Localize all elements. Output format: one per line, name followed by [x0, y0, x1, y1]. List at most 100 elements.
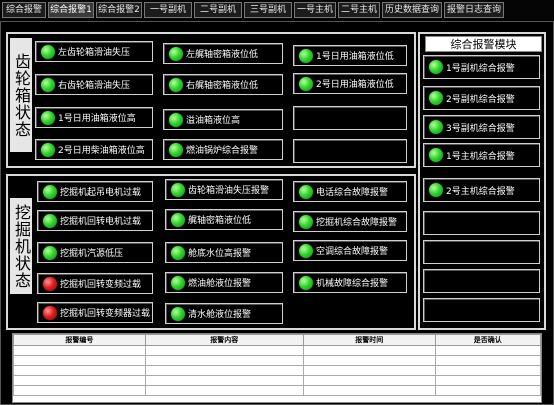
table-cell: [13, 385, 146, 396]
gearbox-empty-slot: [293, 106, 407, 130]
excavator-alarm-panel: 挖掘机汽源低压: [37, 242, 153, 263]
status-led: [168, 141, 184, 158]
module-empty-slot: [423, 269, 540, 293]
status-led: [298, 183, 314, 200]
table-cell: [434, 385, 541, 396]
alarm-label: 清水舱液位报警: [188, 310, 252, 320]
alarm-label: 挖掘机回转电机过载: [60, 217, 142, 227]
module-alarm-panel: 3号副机综合报警: [423, 115, 540, 139]
table-cell: [434, 375, 541, 386]
alarm-label: 机械故障综合报警: [316, 279, 389, 289]
gearbox-section-title: 齿轮箱状态: [10, 38, 32, 152]
table-cell: [434, 365, 541, 376]
alarm-label: 空调综合故障报警: [316, 247, 389, 257]
alarm-label: 燃油锅炉综合报警: [186, 146, 259, 156]
status-led: [40, 109, 56, 126]
alarm-label: 左齿轮箱滑油失压: [58, 48, 131, 58]
status-led: [42, 304, 58, 321]
alarm-table-header: 报警编号 报警内容 报警时间 是否确认: [13, 334, 541, 346]
module-empty-slot: [423, 240, 540, 264]
alarm-label: 舱底水位高报警: [188, 249, 252, 259]
gearbox-alarm-panel: 左齿轮箱滑油失压: [35, 41, 153, 62]
status-led: [428, 90, 444, 106]
status-led: [298, 47, 314, 64]
status-led: [170, 305, 186, 322]
alarm-label: 1号日用油箱液位低: [316, 52, 394, 62]
status-led: [170, 211, 186, 228]
status-led: [42, 244, 58, 261]
alarm-module-title: 综合报警模块: [425, 36, 542, 52]
alarm-label: 挖掘机起吊电机过载: [60, 188, 142, 198]
table-cell: [13, 345, 146, 356]
alarm-label: 3号副机综合报警: [446, 123, 515, 134]
status-led: [168, 76, 184, 93]
tab-overall-alarm[interactable]: 综合报警: [2, 2, 46, 18]
excavator-alarm-panel: 挖掘机回转变频器过载: [37, 302, 153, 323]
table-row[interactable]: [13, 375, 541, 386]
gearbox-alarm-panel: 1号日用油箱液位低: [293, 45, 407, 66]
table-cell: [302, 355, 436, 366]
tab-main-engine-1[interactable]: 一号主机: [294, 2, 336, 18]
alarm-label: 挖掘机汽源低压: [60, 249, 124, 259]
table-row[interactable]: [13, 355, 541, 366]
alarm-label: 燃油舱液位报警: [188, 279, 252, 289]
gearbox-alarm-panel: 右齿轮箱滑油失压: [35, 74, 153, 95]
table-cell: [13, 375, 146, 386]
alarm-label: 挖掘机回转变频器过载: [60, 309, 151, 319]
column-header: 报警内容: [144, 334, 304, 346]
table-row[interactable]: [13, 365, 541, 376]
module-alarm-panel: 2号主机综合报警: [423, 178, 540, 202]
table-row[interactable]: [13, 385, 541, 396]
tab-main-engine-2[interactable]: 二号主机: [338, 2, 380, 18]
excavator-alarm-panel: 挖掘机回转电机过载: [37, 210, 153, 231]
excavator-alarm-panel: 空调综合故障报警: [293, 240, 407, 261]
gearbox-alarm-panel: 2号日用油箱液位低: [293, 73, 407, 94]
status-led: [168, 111, 184, 128]
alarm-label: 1号副机综合报警: [446, 63, 515, 74]
tab-history-query[interactable]: 历史数据查询: [382, 2, 442, 18]
status-led: [298, 274, 314, 291]
status-led: [428, 147, 444, 163]
alarm-label: 1号日用油箱液位高: [58, 114, 136, 124]
module-empty-slot: [423, 298, 540, 322]
tab-alarm-log-query[interactable]: 报警日志查询: [444, 2, 504, 18]
alarm-label: 2号副机综合报警: [446, 94, 515, 105]
excavator-alarm-panel: 机械故障综合报警: [293, 272, 407, 293]
status-led: [42, 183, 58, 200]
alarm-label: 右艉轴密箱液位低: [186, 81, 259, 91]
tab-aux-engine-2[interactable]: 二号副机: [194, 2, 242, 18]
tab-overall-alarm-2[interactable]: 综合报警2: [96, 2, 142, 18]
alarm-label: 1号主机综合报警: [446, 151, 515, 162]
module-alarm-panel: 1号副机综合报警: [423, 55, 540, 79]
alarm-label: 2号日用油箱液位低: [316, 80, 394, 90]
alarm-table[interactable]: 报警编号 报警内容 报警时间 是否确认: [12, 333, 542, 403]
status-led: [40, 43, 56, 60]
column-header: 报警编号: [13, 334, 146, 346]
status-led: [40, 141, 56, 158]
table-row[interactable]: [13, 345, 541, 356]
table-cell: [302, 385, 436, 396]
tab-bar: 综合报警 综合报警1 综合报警2 一号副机 二号副机 三号副机 一号主机 二号主…: [0, 0, 554, 20]
table-cell: [144, 365, 304, 376]
table-cell: [144, 385, 304, 396]
gearbox-alarm-panel: 右艉轴密箱液位低: [163, 74, 283, 95]
alarm-label: 2号主机综合报警: [446, 186, 515, 197]
tab-aux-engine-3[interactable]: 三号副机: [244, 2, 292, 18]
tab-overall-alarm-1[interactable]: 综合报警1: [48, 2, 94, 18]
tab-aux-engine-1[interactable]: 一号副机: [144, 2, 192, 18]
excavator-alarm-panel: 挖掘机综合故障报警: [293, 211, 407, 232]
alarm-label: 齿轮箱滑油失压报警: [188, 186, 270, 196]
module-empty-slot: [423, 211, 540, 235]
gearbox-alarm-panel: 2号日用柴油箱液位高: [35, 139, 153, 160]
gearbox-alarm-panel: 燃油锅炉综合报警: [163, 139, 283, 160]
alarm-label: 挖掘机综合故障报警: [316, 218, 398, 228]
excavator-alarm-panel: 艉轴密箱液位低: [165, 209, 283, 230]
table-cell: [144, 355, 304, 366]
table-cell: [434, 355, 541, 366]
status-led: [170, 274, 186, 291]
status-led: [428, 59, 444, 75]
table-cell: [13, 355, 146, 366]
alarm-label: 电话综合故障报警: [316, 188, 389, 198]
gearbox-empty-slot: [293, 139, 407, 163]
status-led: [428, 182, 444, 198]
